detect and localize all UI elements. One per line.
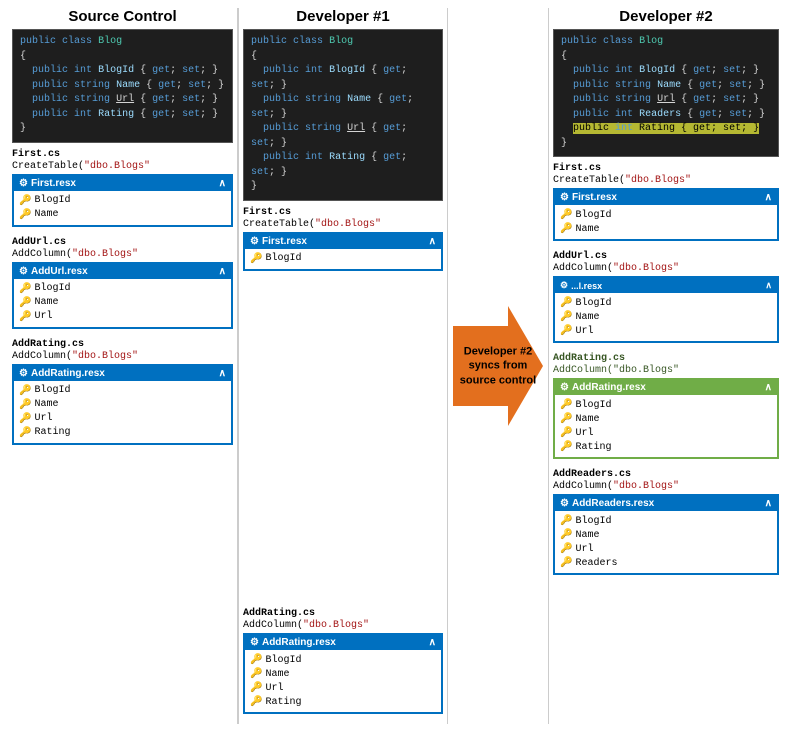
developer2-title: Developer #2 bbox=[553, 8, 779, 25]
dev1-first-resx: ⚙ First.resx ∧ 🔑 BlogId bbox=[243, 232, 443, 271]
dev1-migration-first: First.cs CreateTable("dbo.Blogs" ⚙ First… bbox=[243, 207, 443, 275]
sc-addrating-resx: ⚙ AddRating.resx ∧ 🔑 BlogId 🔑 Name 🔑 Url… bbox=[12, 364, 233, 445]
dev2-migration-addrating: AddRating.cs AddColumn("dbo.Blogs" ⚙ Add… bbox=[553, 353, 779, 463]
developer1-title: Developer #1 bbox=[243, 8, 443, 25]
dev2-addrating-resx: ⚙ AddRating.resx ∧ 🔑 BlogId 🔑 Name 🔑 Url… bbox=[553, 378, 779, 459]
source-control-title: Source Control bbox=[12, 8, 233, 25]
dev1-migration-addrating: AddRating.cs AddColumn("dbo.Blogs" ⚙ Add… bbox=[243, 608, 443, 718]
dev2-addreaders-resx: ⚙ AddReaders.resx ∧ 🔑 BlogId 🔑 Name 🔑 Ur… bbox=[553, 494, 779, 575]
sc-migration-addrating: AddRating.cs AddColumn("dbo.Blogs" ⚙ Add… bbox=[12, 339, 233, 449]
sc-addurl-resx: ⚙ AddUrl.resx ∧ 🔑 BlogId 🔑 Name 🔑 Url bbox=[12, 262, 233, 329]
main-container: Source Control public class Blog { publi… bbox=[0, 0, 791, 732]
source-control-column: Source Control public class Blog { publi… bbox=[8, 8, 238, 724]
dev2-first-resx: ⚙ First.resx ∧ 🔑 BlogId 🔑 Name bbox=[553, 188, 779, 241]
sc-first-resx: ⚙ First.resx ∧ 🔑 BlogId 🔑 Name bbox=[12, 174, 233, 227]
sc-migration-addurl: AddUrl.cs AddColumn("dbo.Blogs" ⚙ AddUrl… bbox=[12, 237, 233, 333]
developer2-column: Developer #2 public class Blog { public … bbox=[548, 8, 783, 724]
developer1-column: Developer #1 public class Blog { public … bbox=[238, 8, 448, 724]
sync-arrow: Developer #2 syncs from source control bbox=[453, 306, 543, 426]
dev1-center-area bbox=[243, 311, 443, 579]
source-control-code: public class Blog { public int BlogId { … bbox=[12, 29, 233, 143]
dev2-addurl-resx: ⚙ ...l.resx ∧ 🔑 BlogId 🔑 Name 🔑 Url bbox=[553, 276, 779, 343]
arrow-column: Developer #2 syncs from source control bbox=[448, 8, 548, 724]
developer2-code: public class Blog { public int BlogId { … bbox=[553, 29, 779, 157]
sc-migration-first: First.cs CreateTable("dbo.Blogs" ⚙ First… bbox=[12, 149, 233, 231]
dev2-migration-addurl: AddUrl.cs AddColumn("dbo.Blogs" ⚙ ...l.r… bbox=[553, 251, 779, 347]
dev1-addrating-resx: ⚙ AddRating.resx ∧ 🔑 BlogId 🔑 Name 🔑 Url… bbox=[243, 633, 443, 714]
dev2-migration-addreaders: AddReaders.cs AddColumn("dbo.Blogs" ⚙ Ad… bbox=[553, 469, 779, 579]
developer1-code: public class Blog { public int BlogId { … bbox=[243, 29, 443, 201]
dev2-migration-first: First.cs CreateTable("dbo.Blogs" ⚙ First… bbox=[553, 163, 779, 245]
